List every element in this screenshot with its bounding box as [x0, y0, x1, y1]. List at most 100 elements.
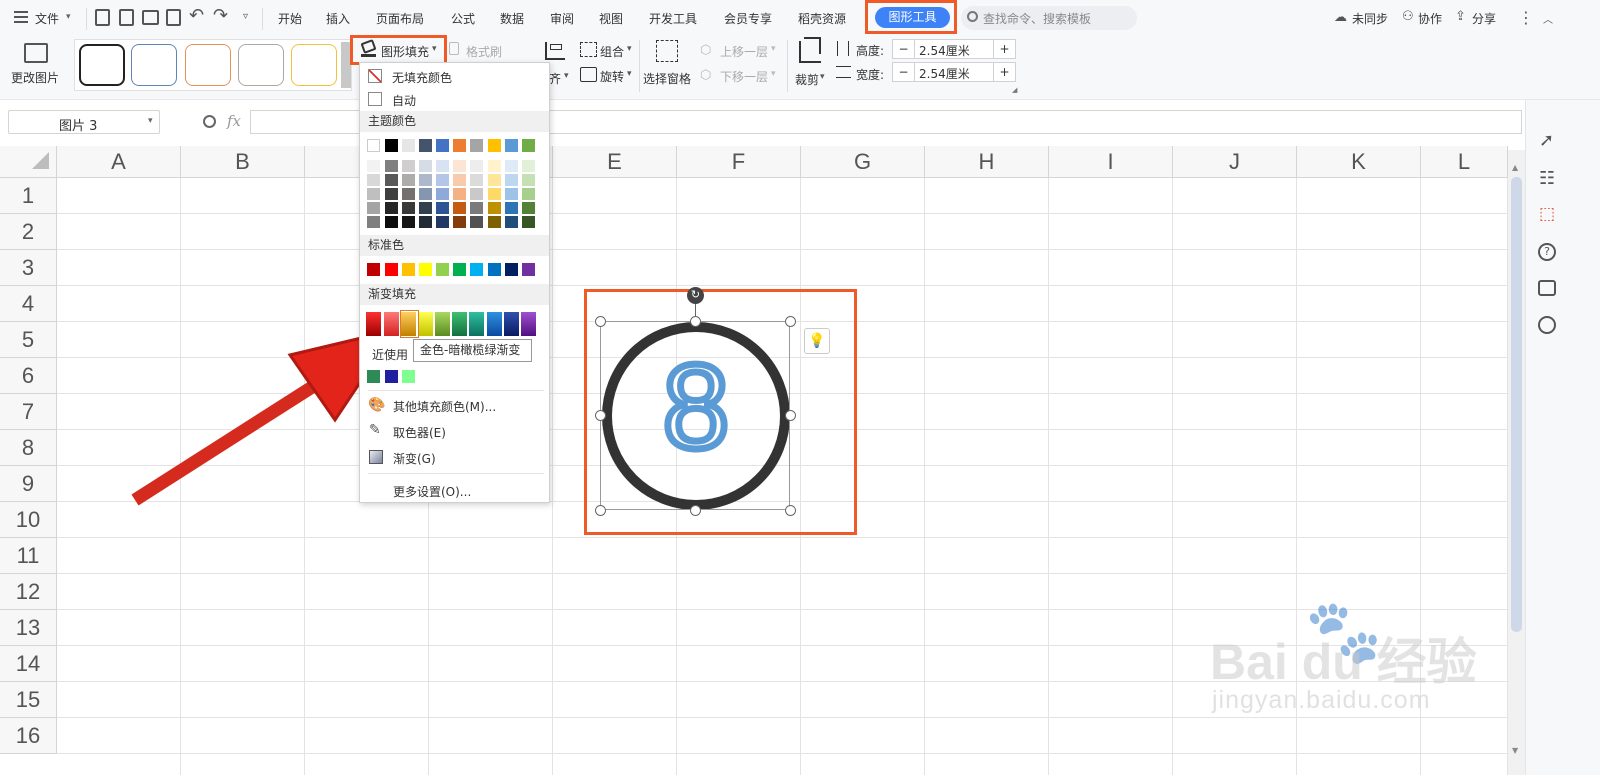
theme-shade-swatch[interactable]: [522, 216, 535, 228]
save-icon[interactable]: [95, 9, 110, 26]
dialog-launcher-icon[interactable]: ◢: [1012, 86, 1017, 94]
gradient-swatch[interactable]: [384, 312, 399, 336]
width-increment-button[interactable]: +: [993, 63, 1015, 81]
row-header[interactable]: 11: [0, 538, 57, 574]
recent-color-swatch[interactable]: [402, 370, 415, 383]
theme-shade-swatch[interactable]: [385, 160, 398, 172]
theme-shade-swatch[interactable]: [505, 160, 518, 172]
theme-shade-swatch[interactable]: [488, 202, 501, 214]
standard-color-swatch[interactable]: [522, 263, 535, 276]
height-value[interactable]: 2.54厘米: [919, 42, 970, 59]
group-button[interactable]: 组合: [600, 43, 624, 60]
export-pdf-icon[interactable]: [119, 9, 134, 26]
theme-color-swatch[interactable]: [522, 139, 535, 152]
row-header[interactable]: 7: [0, 394, 57, 430]
theme-shade-swatch[interactable]: [470, 202, 483, 214]
style-swatch-gray[interactable]: [238, 44, 284, 86]
row-header[interactable]: 15: [0, 682, 57, 718]
theme-shade-swatch[interactable]: [522, 202, 535, 214]
scroll-up-icon[interactable]: ▲: [1512, 163, 1518, 172]
theme-shade-swatch[interactable]: [488, 216, 501, 228]
change-picture-button[interactable]: 更改图片: [11, 69, 59, 86]
theme-shade-swatch[interactable]: [367, 174, 380, 186]
crop-button[interactable]: 裁剪: [795, 71, 819, 88]
theme-shade-swatch[interactable]: [367, 188, 380, 200]
column-header[interactable]: B: [181, 146, 305, 178]
tab-developer[interactable]: 开发工具: [649, 10, 697, 27]
theme-color-swatch[interactable]: [453, 139, 466, 152]
recent-color-swatch[interactable]: [385, 370, 398, 383]
more-options-icon[interactable]: ⋮: [1518, 8, 1534, 27]
scrollbar-thumb[interactable]: [1511, 177, 1522, 632]
row-header[interactable]: 8: [0, 430, 57, 466]
theme-shade-swatch[interactable]: [385, 188, 398, 200]
standard-color-swatch[interactable]: [402, 263, 415, 276]
theme-color-swatch[interactable]: [470, 139, 483, 152]
theme-shade-swatch[interactable]: [385, 174, 398, 186]
collapse-ribbon-icon[interactable]: ︿: [1543, 11, 1553, 26]
fx-icon[interactable]: fx: [227, 112, 241, 130]
style-swatch-black[interactable]: [79, 44, 125, 86]
standard-color-swatch[interactable]: [419, 263, 432, 276]
resize-handle-n[interactable]: [690, 316, 701, 327]
theme-shade-swatch[interactable]: [453, 202, 466, 214]
theme-shade-swatch[interactable]: [402, 160, 415, 172]
more-fill-colors-option[interactable]: 其他填充颜色(M)...: [393, 398, 543, 415]
resize-handle-e[interactable]: [785, 410, 796, 421]
tab-page-layout[interactable]: 页面布局: [376, 10, 424, 27]
file-menu[interactable]: 文件: [35, 10, 59, 27]
gradient-swatch[interactable]: [452, 312, 467, 336]
sync-status[interactable]: 未同步: [1352, 10, 1388, 27]
column-header[interactable]: I: [1049, 146, 1173, 178]
search-box[interactable]: 查找命令、搜索模板: [961, 6, 1137, 30]
no-fill-option[interactable]: 无填充颜色: [392, 69, 542, 86]
theme-shade-swatch[interactable]: [522, 188, 535, 200]
eyedropper-option[interactable]: 取色器(E): [393, 424, 543, 441]
theme-shade-swatch[interactable]: [453, 188, 466, 200]
adjust-settings-icon[interactable]: ☷: [1539, 168, 1555, 189]
row-header[interactable]: 13: [0, 610, 57, 646]
theme-shade-swatch[interactable]: [488, 174, 501, 186]
row-header[interactable]: 3: [0, 250, 57, 286]
standard-color-swatch[interactable]: [470, 263, 483, 276]
select-all-corner[interactable]: [0, 146, 57, 178]
standard-color-swatch[interactable]: [367, 263, 380, 276]
column-header[interactable]: F: [677, 146, 801, 178]
column-header[interactable]: H: [925, 146, 1049, 178]
smart-tool-icon[interactable]: [1538, 316, 1556, 334]
theme-shade-swatch[interactable]: [470, 174, 483, 186]
tab-docer-resources[interactable]: 稻壳资源: [798, 10, 846, 27]
standard-color-swatch[interactable]: [453, 263, 466, 276]
chevron-down-icon[interactable]: ▾: [771, 69, 776, 79]
theme-color-swatch[interactable]: [367, 139, 380, 152]
tab-insert[interactable]: 插入: [326, 10, 350, 27]
column-header[interactable]: K: [1297, 146, 1421, 178]
tab-data[interactable]: 数据: [500, 10, 524, 27]
resize-handle-nw[interactable]: [595, 316, 606, 327]
cursor-select-icon[interactable]: ➚: [1539, 130, 1554, 151]
theme-shade-swatch[interactable]: [402, 202, 415, 214]
gradient-option[interactable]: 渐变(G): [393, 450, 543, 467]
chevron-down-icon[interactable]: ▾: [820, 72, 825, 82]
width-value[interactable]: 2.54厘米: [919, 65, 970, 82]
theme-shade-swatch[interactable]: [419, 174, 432, 186]
name-box[interactable]: 图片 3 ▾: [8, 110, 160, 134]
style-swatch-blue[interactable]: [131, 44, 177, 86]
chevron-down-icon[interactable]: ▾: [66, 12, 71, 22]
shape-fill-button[interactable]: 图形填充: [381, 43, 429, 60]
theme-shade-swatch[interactable]: [402, 174, 415, 186]
gradient-swatch[interactable]: [469, 312, 484, 336]
tab-formulas[interactable]: 公式: [451, 10, 475, 27]
gradient-swatch[interactable]: [435, 312, 450, 336]
print-icon[interactable]: [142, 10, 159, 25]
gradient-swatch[interactable]: [521, 312, 536, 336]
theme-shade-swatch[interactable]: [505, 188, 518, 200]
image-tools-icon[interactable]: [1538, 280, 1556, 296]
more-settings-option[interactable]: 更多设置(O)...: [393, 483, 543, 500]
standard-color-swatch[interactable]: [436, 263, 449, 276]
theme-color-swatch[interactable]: [436, 139, 449, 152]
row-header[interactable]: 14: [0, 646, 57, 682]
send-backward-button[interactable]: 下移一层: [720, 68, 768, 85]
rotate-handle-icon[interactable]: ↻: [687, 287, 704, 304]
theme-shade-swatch[interactable]: [419, 188, 432, 200]
